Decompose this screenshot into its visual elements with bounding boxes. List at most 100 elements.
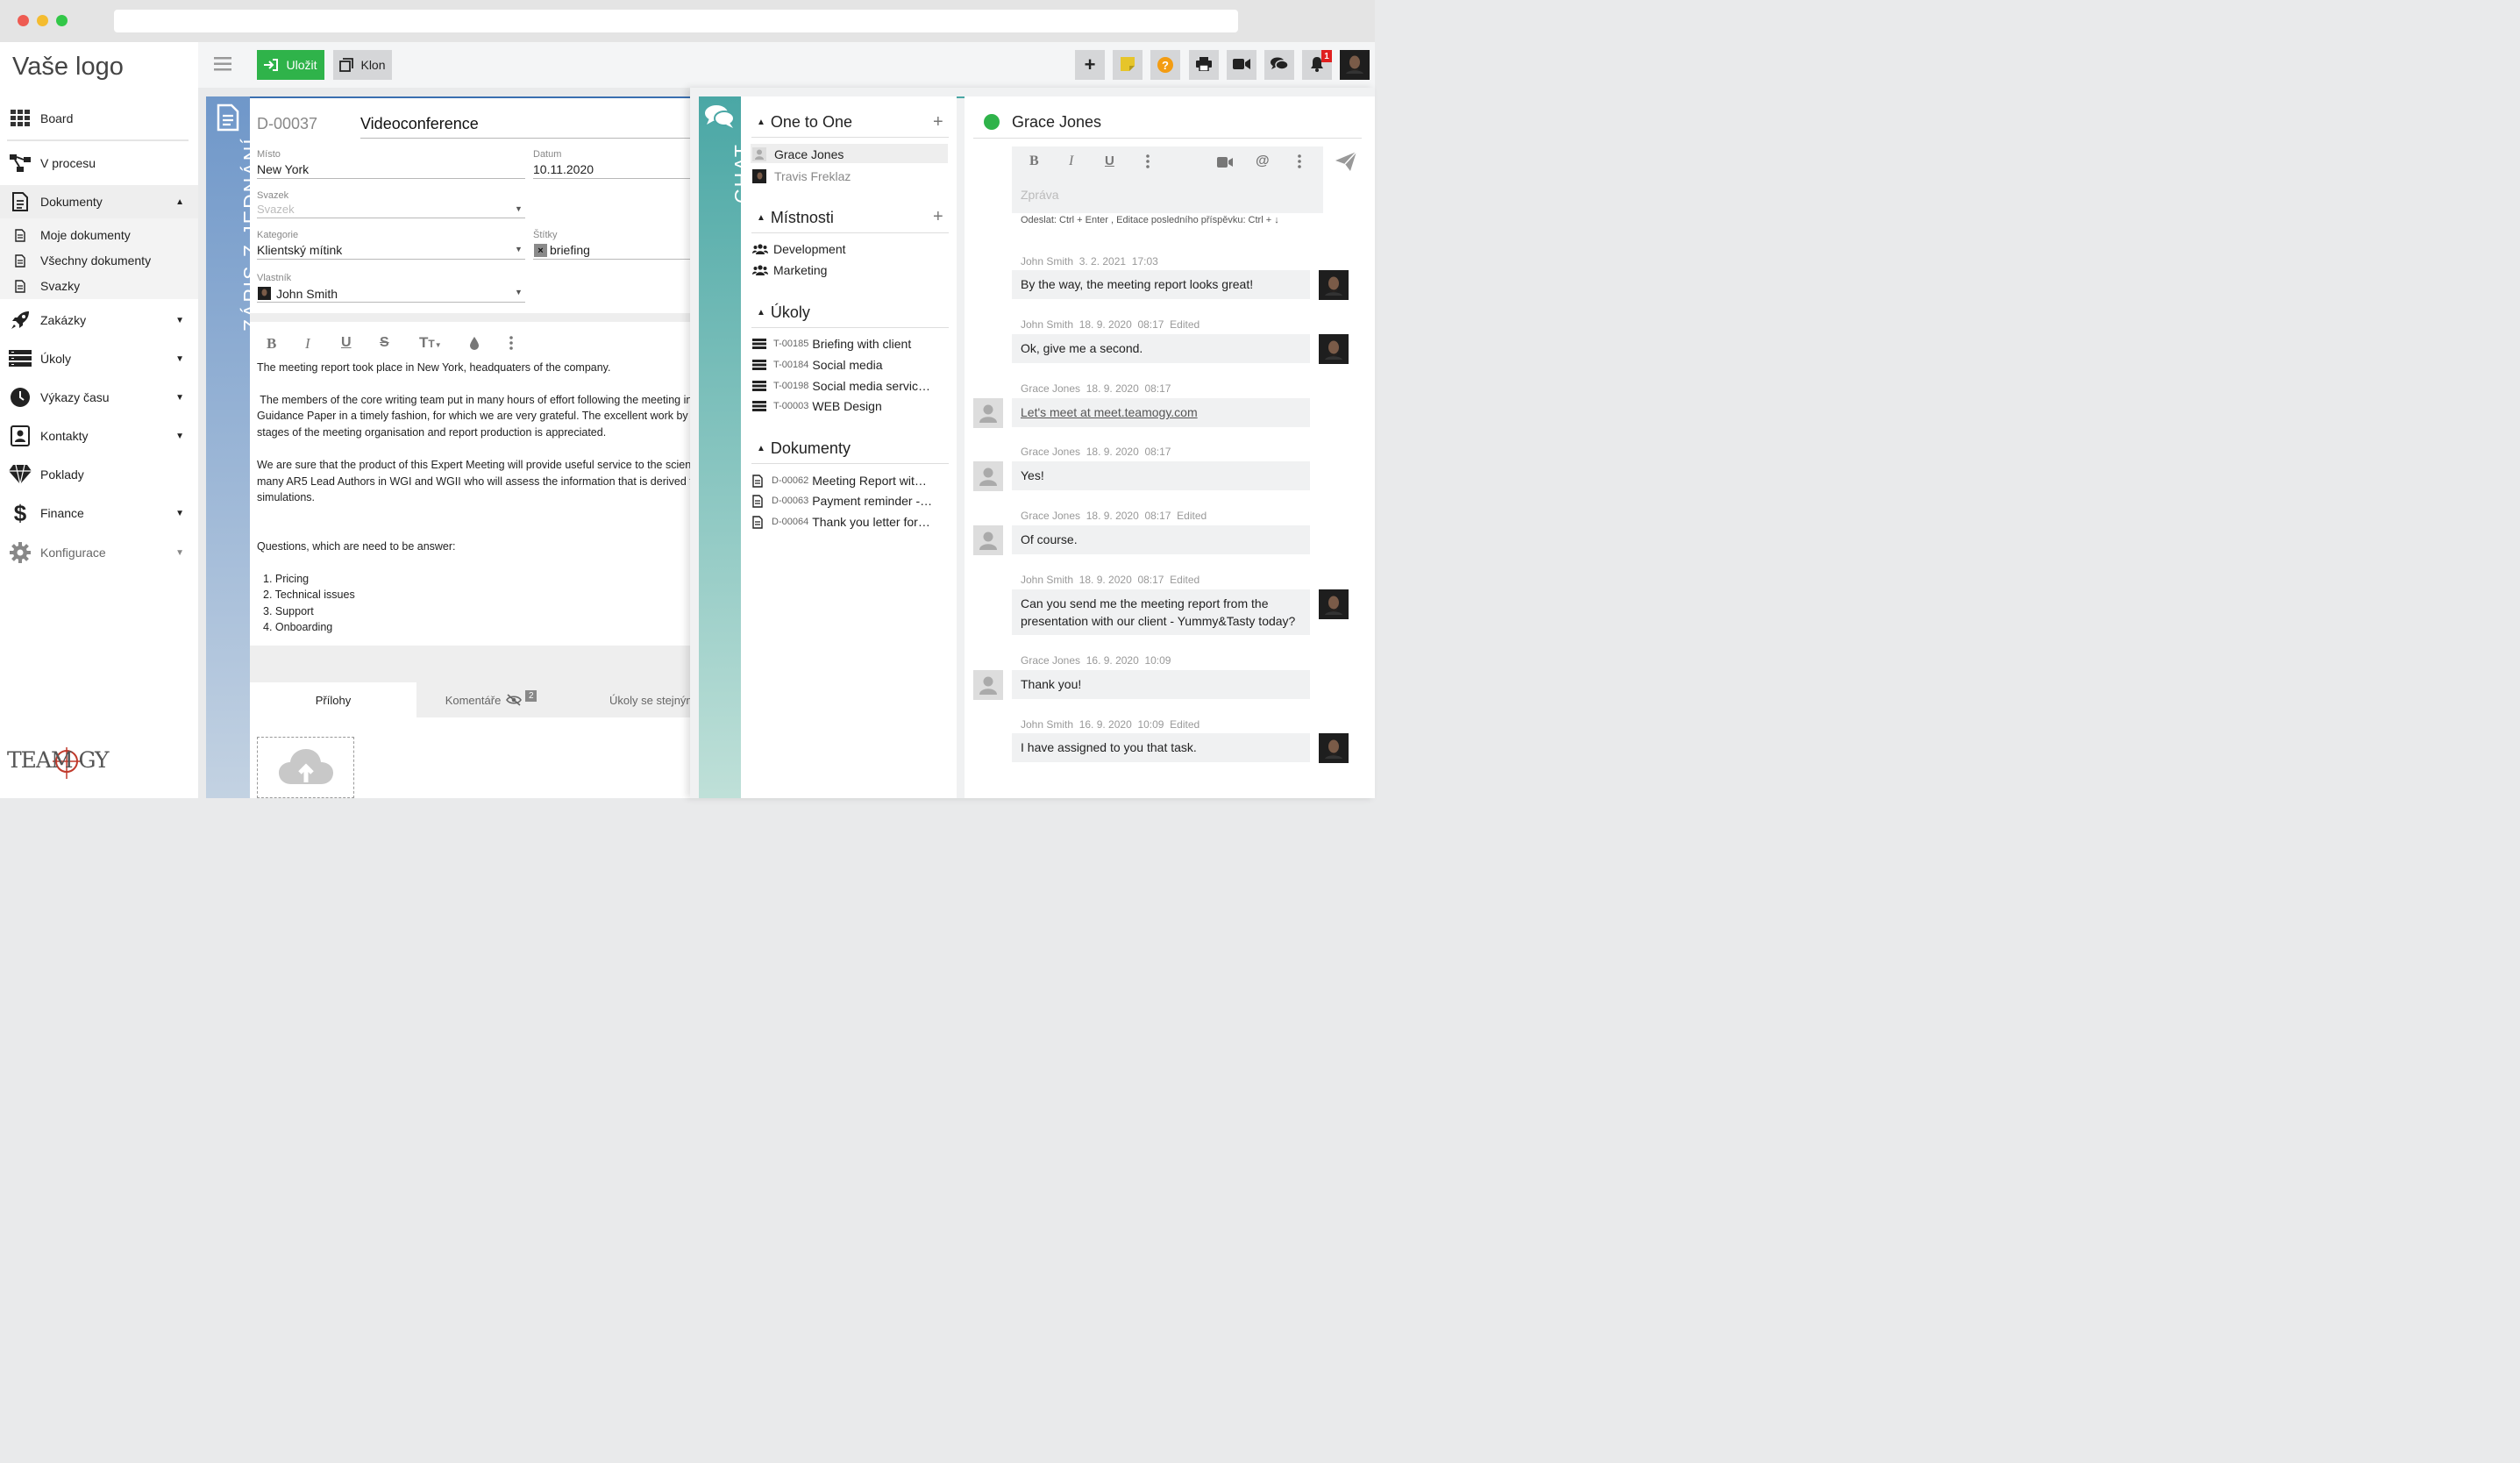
body-paragraph: many AR5 Lead Authors in WGI and WGII wh…	[257, 475, 691, 488]
datum-field[interactable]: 10.11.2020	[533, 162, 594, 176]
file-icon	[0, 279, 40, 293]
message-meta: Grace Jones 18. 9. 2020 08:17	[1021, 446, 1171, 458]
online-status-indicator	[984, 114, 1000, 130]
sidebar-item-zakazky[interactable]: Zakázky ▼	[0, 304, 198, 336]
file-icon	[0, 228, 40, 242]
underline-button[interactable]: U	[1105, 153, 1114, 168]
section-dokumenty[interactable]: ▲ Dokumenty	[757, 439, 851, 458]
sidebar-item-board[interactable]: Board	[0, 103, 198, 134]
room-development[interactable]: Development	[752, 240, 949, 258]
sidebar-item-poklady[interactable]: Poklady	[0, 459, 198, 490]
misto-field[interactable]: New York	[257, 162, 309, 176]
send-icon[interactable]	[1335, 151, 1357, 174]
doc-d-00064[interactable]: D-00064 Thank you letter for…	[752, 513, 949, 531]
more-options-icon[interactable]	[1145, 154, 1150, 171]
message-bubble: By the way, the meeting report looks gre…	[1012, 270, 1310, 299]
video-button[interactable]	[1227, 50, 1256, 80]
clone-icon	[339, 58, 354, 72]
text-color-icon[interactable]	[469, 336, 480, 353]
message-link[interactable]: Let's meet at meet.teamogy.com	[1012, 398, 1310, 427]
video-call-icon[interactable]	[1217, 156, 1233, 170]
upload-dropzone[interactable]	[257, 737, 354, 798]
caret-down-icon: ▼	[515, 245, 523, 253]
task-t-00184[interactable]: T-00184 Social media	[752, 356, 949, 374]
maximize-window-button[interactable]	[56, 15, 68, 26]
note-button[interactable]	[1113, 50, 1143, 80]
field-underline	[533, 259, 691, 260]
vlastnik-select[interactable]: John Smith	[276, 287, 338, 301]
section-one-to-one[interactable]: ▲ One to One	[757, 113, 852, 132]
clone-button[interactable]: Klon	[333, 50, 392, 80]
sidebar-item-finance[interactable]: $ Finance ▼	[0, 497, 198, 529]
add-room-button[interactable]: +	[933, 207, 943, 227]
underline-button[interactable]: U	[341, 335, 352, 351]
add-button[interactable]: +	[1075, 50, 1105, 80]
mention-icon[interactable]: @	[1256, 153, 1270, 169]
task-t-00198[interactable]: T-00198 Social media servic…	[752, 377, 949, 395]
caret-up-icon: ▲	[175, 196, 184, 207]
contact-travis-freklaz[interactable]: Travis Freklaz	[752, 168, 949, 185]
tab-ukoly-se-stejnym[interactable]: Úkoly se stejným	[579, 682, 691, 717]
task-t-00003[interactable]: T-00003 WEB Design	[752, 397, 949, 415]
chat-button[interactable]	[1264, 50, 1294, 80]
dollar-icon: $	[13, 499, 27, 526]
help-button[interactable]: ?	[1150, 50, 1180, 80]
body-paragraph: The meeting report took place in New Yor…	[257, 361, 611, 374]
section-mistnosti[interactable]: ▲ Místnosti	[757, 209, 834, 227]
address-bar[interactable]	[114, 10, 1238, 32]
document-title[interactable]: Videoconference	[360, 115, 479, 133]
sidebar-item-label: Finance	[40, 506, 84, 520]
sidebar-item-konfigurace[interactable]: Konfigurace ▼	[0, 537, 198, 568]
section-ukoly[interactable]: ▲ Úkoly	[757, 303, 810, 322]
minimize-window-button[interactable]	[37, 15, 48, 26]
strikethrough-button[interactable]: S	[380, 335, 389, 351]
kategorie-label: Kategorie	[257, 230, 299, 240]
notifications-button[interactable]: 1	[1302, 50, 1332, 80]
bold-button[interactable]: B	[1029, 153, 1039, 169]
caret-up-icon: ▲	[757, 444, 765, 453]
more-options-icon[interactable]	[1297, 154, 1302, 171]
print-button[interactable]	[1189, 50, 1219, 80]
tab-prilohy[interactable]: Přílohy	[250, 682, 416, 717]
sidebar-item-label: Dokumenty	[40, 195, 103, 209]
tab-komentare[interactable]: Komentáře 2	[416, 682, 566, 717]
task-t-00185[interactable]: T-00185 Briefing with client	[752, 335, 949, 353]
contact-grace-jones[interactable]: Grace Jones	[752, 146, 949, 163]
save-button[interactable]: Uložit	[257, 50, 324, 80]
font-size-button[interactable]: TT▼	[419, 334, 442, 352]
sidebar-item-vykazy-casu[interactable]: Výkazy času ▼	[0, 382, 198, 413]
caret-down-icon: ▼	[515, 288, 523, 296]
avatar	[752, 169, 766, 183]
message-composer	[1012, 146, 1323, 213]
user-avatar[interactable]	[1340, 50, 1370, 80]
remove-tag-icon[interactable]: ×	[534, 244, 547, 257]
doc-d-00062[interactable]: D-00062 Meeting Report wit…	[752, 472, 949, 489]
sidebar-item-ukoly[interactable]: Úkoly ▼	[0, 343, 198, 375]
sidebar-subitem-svazky[interactable]: Svazky	[0, 274, 198, 298]
list-item: 4. Onboarding	[263, 621, 333, 633]
section-divider	[250, 313, 691, 322]
italic-button[interactable]: I	[1069, 153, 1073, 169]
sidebar-item-v-procesu[interactable]: V procesu	[0, 147, 198, 179]
svazek-select[interactable]: Svazek	[257, 203, 295, 216]
sidebar-item-dokumenty[interactable]: Dokumenty ▲	[0, 185, 198, 218]
message-input[interactable]: Zpráva	[1021, 188, 1059, 202]
datum-label: Datum	[533, 149, 562, 160]
kategorie-select[interactable]: Klientský mítink	[257, 243, 342, 257]
rocket-icon	[0, 310, 40, 331]
person-icon	[973, 461, 1003, 491]
tasks-icon	[752, 381, 766, 391]
room-marketing[interactable]: Marketing	[752, 261, 949, 279]
bold-button[interactable]: B	[267, 335, 276, 353]
add-contact-button[interactable]: +	[933, 112, 943, 132]
hamburger-menu-icon[interactable]	[214, 57, 231, 71]
sidebar-item-kontakty[interactable]: Kontakty ▼	[0, 420, 198, 452]
document-type-band: ZÁPIS Z JEDNÁNÍ	[206, 96, 262, 798]
italic-button[interactable]: I	[305, 335, 310, 353]
doc-d-00063[interactable]: D-00063 Payment reminder -…	[752, 492, 949, 510]
document-id: D-00037	[257, 115, 318, 132]
sidebar-subitem-vsechny-dokumenty[interactable]: Všechny dokumenty	[0, 248, 198, 273]
close-window-button[interactable]	[18, 15, 29, 26]
sidebar-subitem-moje-dokumenty[interactable]: Moje dokumenty	[0, 223, 198, 247]
more-options-icon[interactable]	[509, 336, 514, 353]
